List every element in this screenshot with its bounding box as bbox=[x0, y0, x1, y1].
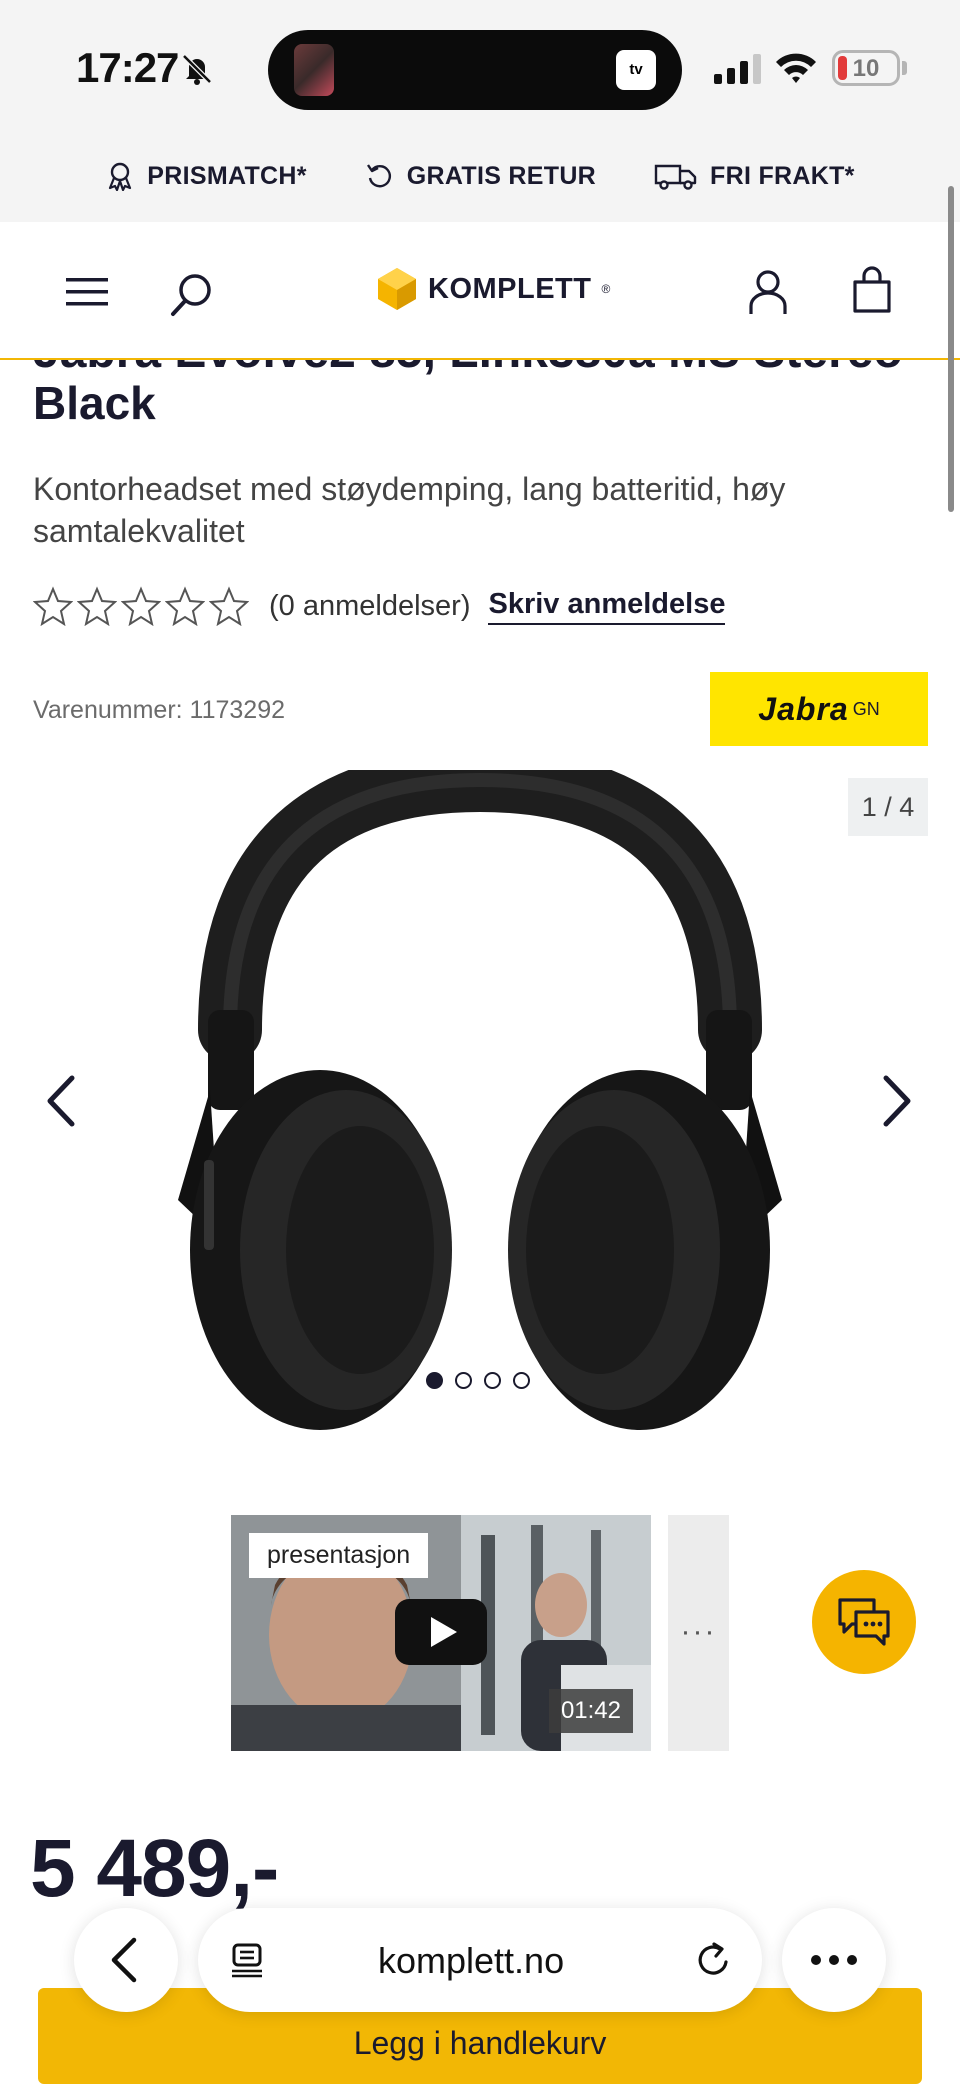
video-thumbnail[interactable]: presentasjon 01:42 bbox=[231, 1515, 651, 1751]
star-icon bbox=[165, 586, 205, 626]
add-to-cart-label: Legg i handlekurv bbox=[353, 2025, 607, 2061]
chevron-left-icon[interactable] bbox=[44, 1072, 78, 1130]
komplett-logo[interactable]: KOMPLETT ® bbox=[376, 266, 610, 312]
usp-label: GRATIS RETUR bbox=[406, 161, 597, 190]
chevron-right-icon[interactable] bbox=[880, 1072, 914, 1130]
more-icon: ··· bbox=[680, 1615, 717, 1648]
reader-mode-icon[interactable] bbox=[230, 1942, 266, 1978]
komplett-logo-icon bbox=[378, 268, 416, 310]
product-title: Black bbox=[33, 377, 156, 429]
more-media-thumbnail[interactable]: ··· bbox=[668, 1515, 729, 1751]
dynamic-island: tv bbox=[268, 30, 682, 110]
gallery-dot[interactable] bbox=[426, 1372, 443, 1389]
menu-icon[interactable] bbox=[66, 276, 108, 308]
usp-label: FRI FRAKT* bbox=[710, 161, 855, 190]
review-count[interactable]: (0 anmeldelser) bbox=[269, 590, 470, 623]
search-icon[interactable] bbox=[168, 270, 216, 318]
wifi-icon bbox=[776, 53, 816, 83]
logo-registered: ® bbox=[601, 282, 611, 296]
account-icon[interactable] bbox=[748, 268, 788, 316]
brand-name: Jabra bbox=[758, 690, 849, 727]
product-sku: Varenummer: 1173292 bbox=[33, 696, 286, 724]
star-icon bbox=[209, 586, 249, 626]
battery-indicator: 10 bbox=[832, 50, 900, 86]
write-review-link[interactable]: Skriv anmeldelse bbox=[488, 588, 726, 625]
gallery-dot[interactable] bbox=[455, 1372, 472, 1389]
battery-nub bbox=[902, 61, 907, 75]
battery-percent: 10 bbox=[852, 55, 880, 82]
status-bar: 17:27 tv 10 bbox=[0, 0, 960, 130]
browser-menu-button[interactable] bbox=[782, 1908, 886, 2012]
bell-muted-icon bbox=[182, 54, 212, 85]
usp-gratis-retur[interactable]: GRATIS RETUR bbox=[365, 161, 596, 191]
gallery-dot[interactable] bbox=[484, 1372, 501, 1389]
video-duration: 01:42 bbox=[548, 1689, 633, 1733]
more-options-icon bbox=[811, 1955, 857, 1965]
star-icon bbox=[121, 586, 161, 626]
star-icon bbox=[77, 586, 117, 626]
truck-icon bbox=[654, 164, 697, 190]
browser-address-bar[interactable]: komplett.no bbox=[198, 1908, 762, 2012]
appletv-icon: tv bbox=[616, 50, 656, 90]
play-button[interactable] bbox=[395, 1599, 487, 1665]
star-icon bbox=[33, 586, 73, 626]
gallery-pagination bbox=[426, 1372, 530, 1389]
url-text: komplett.no bbox=[378, 1940, 565, 1981]
return-icon bbox=[366, 164, 391, 188]
logo-text: KOMPLETT bbox=[428, 272, 592, 305]
reload-icon[interactable] bbox=[694, 1940, 734, 1980]
video-tag: presentasjon bbox=[249, 1533, 429, 1578]
browser-back-button[interactable] bbox=[74, 1908, 178, 2012]
page-scrollbar[interactable] bbox=[948, 186, 954, 512]
product-image-headphones[interactable] bbox=[170, 770, 790, 1440]
site-header: KOMPLETT ® bbox=[0, 222, 960, 360]
brand-suffix: GN bbox=[852, 698, 880, 719]
product-price: 5 489,- bbox=[30, 1823, 279, 1914]
award-icon bbox=[109, 162, 132, 191]
usp-prismatch[interactable]: PRISMATCH* bbox=[105, 161, 306, 191]
chat-icon bbox=[838, 1598, 890, 1646]
status-time: 17:27 bbox=[76, 44, 179, 91]
chat-button[interactable] bbox=[812, 1570, 916, 1674]
cart-icon[interactable] bbox=[852, 266, 892, 314]
image-counter: 1 / 4 bbox=[848, 778, 928, 836]
play-icon bbox=[431, 1617, 457, 1647]
cellular-signal-icon bbox=[714, 54, 761, 84]
brand-logo[interactable]: Jabra GN bbox=[710, 672, 928, 746]
usp-bar: PRISMATCH* GRATIS RETUR FRI FRAKT* bbox=[0, 130, 960, 222]
usp-label: PRISMATCH* bbox=[147, 161, 307, 190]
star-rating bbox=[33, 586, 249, 626]
now-playing-thumbnail bbox=[294, 44, 334, 96]
product-subtitle: Kontorheadset med støydemping, lang batt… bbox=[33, 471, 786, 549]
rating-row: (0 anmeldelser) Skriv anmeldelse bbox=[33, 586, 726, 626]
chevron-left-icon bbox=[111, 1937, 137, 1983]
gallery-dot[interactable] bbox=[513, 1372, 530, 1389]
usp-fri-frakt[interactable]: FRI FRAKT* bbox=[654, 161, 855, 191]
